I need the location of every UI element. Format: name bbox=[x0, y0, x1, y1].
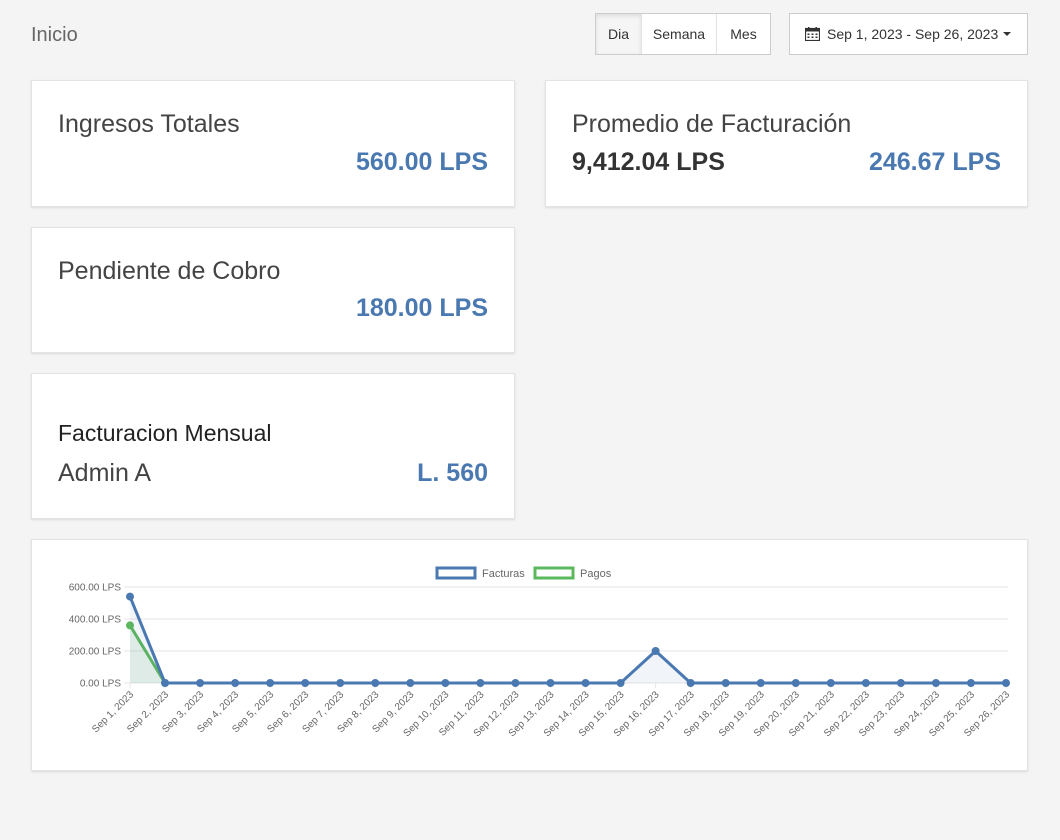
facturacion-mensual-value: L. 560 bbox=[417, 459, 488, 487]
promedio-facturacion-value: 246.67 LPS bbox=[868, 148, 1001, 176]
line-chart: 0.00 LPS200.00 LPS400.00 LPS600.00 LPSSe… bbox=[69, 566, 1012, 739]
facturacion-mensual-card: Facturacion Mensual Admin A L. 560 bbox=[31, 373, 515, 519]
data-point-facturas bbox=[1002, 679, 1010, 687]
data-point-facturas bbox=[686, 679, 695, 687]
data-point-facturas bbox=[476, 679, 485, 687]
pendiente-cobro-label: Pendiente de Cobro bbox=[58, 257, 281, 285]
y-tick-label: 0.00 LPS bbox=[80, 679, 121, 690]
facturacion-user-name: Admin A bbox=[58, 459, 152, 487]
chart-card: 0.00 LPS 200.00 LPS 400.00 LPS 600.00 LPS Se… bbox=[31, 539, 1028, 771]
data-point-facturas bbox=[231, 679, 240, 687]
page-title: Inicio bbox=[31, 24, 78, 46]
caret-down-icon bbox=[1003, 32, 1012, 36]
facturacion-mensual-title: Facturacion Mensual bbox=[58, 420, 272, 446]
range-toggle-group: Dia Semana Mes bbox=[595, 13, 771, 55]
data-point-facturas bbox=[791, 679, 800, 687]
y-tick-label: 200.00 LPS bbox=[69, 647, 122, 658]
legend-swatch-facturas bbox=[435, 566, 477, 580]
legend-label-pagos: Pagos bbox=[580, 568, 612, 580]
data-point-facturas bbox=[896, 679, 905, 687]
range-button-semana[interactable]: Semana bbox=[642, 14, 717, 54]
data-point-facturas bbox=[406, 679, 415, 687]
data-point-facturas bbox=[651, 647, 660, 655]
data-point-facturas bbox=[196, 679, 205, 687]
legend-swatch-pagos bbox=[533, 566, 575, 580]
data-point-facturas bbox=[931, 679, 940, 687]
data-point-facturas bbox=[441, 679, 450, 687]
ingresos-totales-card: Ingresos Totales 560.00 LPS bbox=[31, 80, 515, 207]
data-point-facturas bbox=[581, 679, 590, 687]
range-button-dia[interactable]: Dia bbox=[596, 14, 642, 54]
y-tick-label: 400.00 LPS bbox=[69, 615, 122, 626]
calendar-icon bbox=[805, 27, 820, 41]
data-point-facturas bbox=[301, 679, 310, 687]
ingresos-totales-value: 560.00 LPS bbox=[355, 148, 488, 176]
promedio-facturacion-label: Promedio de Facturación bbox=[572, 110, 852, 138]
data-point-facturas bbox=[861, 679, 870, 687]
pendiente-cobro-value: 180.00 LPS bbox=[355, 294, 488, 322]
range-button-mes[interactable]: Mes bbox=[717, 14, 770, 54]
data-point-facturas bbox=[616, 679, 625, 687]
legend-label-facturas: Facturas bbox=[482, 568, 525, 580]
data-point-facturas bbox=[721, 679, 730, 687]
ingresos-totales-label: Ingresos Totales bbox=[58, 110, 240, 138]
pendiente-cobro-card: Pendiente de Cobro 180.00 LPS bbox=[31, 227, 515, 353]
data-point-facturas bbox=[756, 679, 765, 687]
y-tick-label: 600.00 LPS bbox=[69, 583, 122, 594]
series-area-facturas bbox=[130, 596, 1006, 683]
date-range-picker[interactable]: Sep 1, 2023 - Sep 26, 2023 bbox=[789, 13, 1028, 55]
data-point-facturas bbox=[161, 679, 170, 687]
data-point-facturas bbox=[966, 679, 975, 687]
data-point-facturas bbox=[126, 592, 134, 601]
data-point-facturas bbox=[546, 679, 555, 687]
data-point-facturas bbox=[511, 679, 520, 687]
promedio-facturacion-total: 9,412.04 LPS bbox=[572, 148, 725, 176]
date-range-label: Sep 1, 2023 - Sep 26, 2023 bbox=[827, 26, 999, 42]
data-point-facturas bbox=[371, 679, 380, 687]
data-point-facturas bbox=[266, 679, 275, 687]
data-point-facturas bbox=[336, 679, 345, 687]
data-point-facturas bbox=[826, 679, 835, 687]
promedio-facturacion-card: Promedio de Facturación 9,412.04 LPS 246… bbox=[545, 80, 1028, 207]
series-line-facturas bbox=[128, 596, 1006, 685]
